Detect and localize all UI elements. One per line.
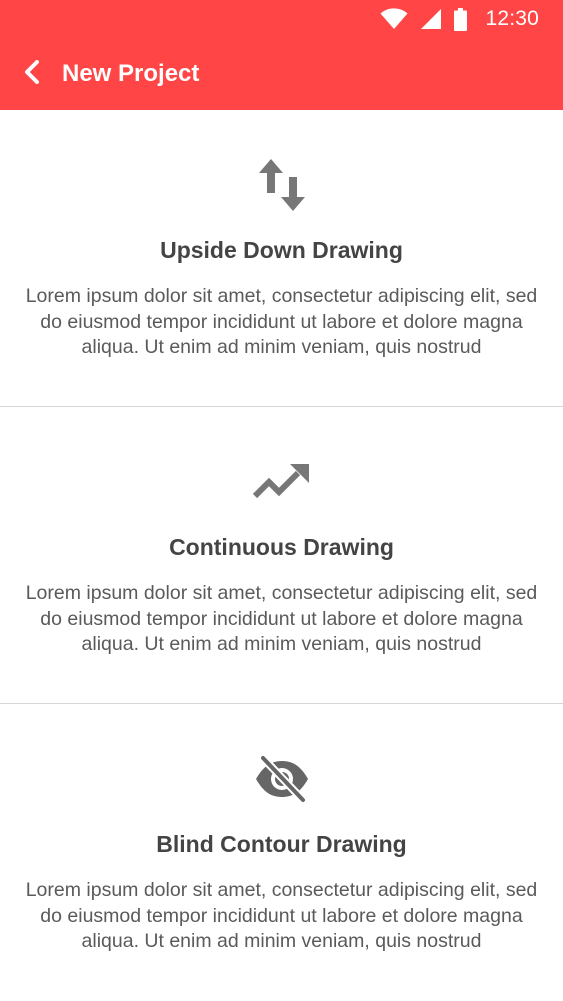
option-description: Lorem ipsum dolor sit amet, consectetur … xyxy=(25,879,538,952)
app-bar: New Project xyxy=(0,38,563,110)
option-upside-down-drawing[interactable]: Upside Down Drawing Lorem ipsum dolor si… xyxy=(0,110,563,407)
option-title: Continuous Drawing xyxy=(169,534,394,560)
battery-icon xyxy=(454,7,468,31)
back-arrow-icon xyxy=(23,59,41,89)
app-screen: 12:30 New Project Upside Down Drawing Lo… xyxy=(0,0,563,1001)
status-time: 12:30 xyxy=(485,7,539,30)
back-button[interactable] xyxy=(0,38,62,110)
option-description: Lorem ipsum dolor sit amet, consectetur … xyxy=(25,285,538,358)
option-description: Lorem ipsum dolor sit amet, consectetur … xyxy=(25,582,538,655)
option-title: Blind Contour Drawing xyxy=(156,831,407,857)
trending-up-icon xyxy=(252,447,312,517)
option-continuous-drawing[interactable]: Continuous Drawing Lorem ipsum dolor sit… xyxy=(0,407,563,704)
top-bar: 12:30 New Project xyxy=(0,0,563,110)
drawing-mode-list: Upside Down Drawing Lorem ipsum dolor si… xyxy=(0,110,563,1001)
wifi-icon xyxy=(380,8,408,30)
swap-vertical-icon xyxy=(257,150,307,220)
option-blind-contour-drawing[interactable]: Blind Contour Drawing Lorem ipsum dolor … xyxy=(0,704,563,1001)
page-title: New Project xyxy=(62,60,200,87)
option-title: Upside Down Drawing xyxy=(160,237,403,263)
cell-signal-icon xyxy=(420,8,442,30)
status-bar: 12:30 xyxy=(0,0,563,38)
eye-off-icon xyxy=(254,744,310,814)
status-icons: 12:30 xyxy=(380,7,539,31)
